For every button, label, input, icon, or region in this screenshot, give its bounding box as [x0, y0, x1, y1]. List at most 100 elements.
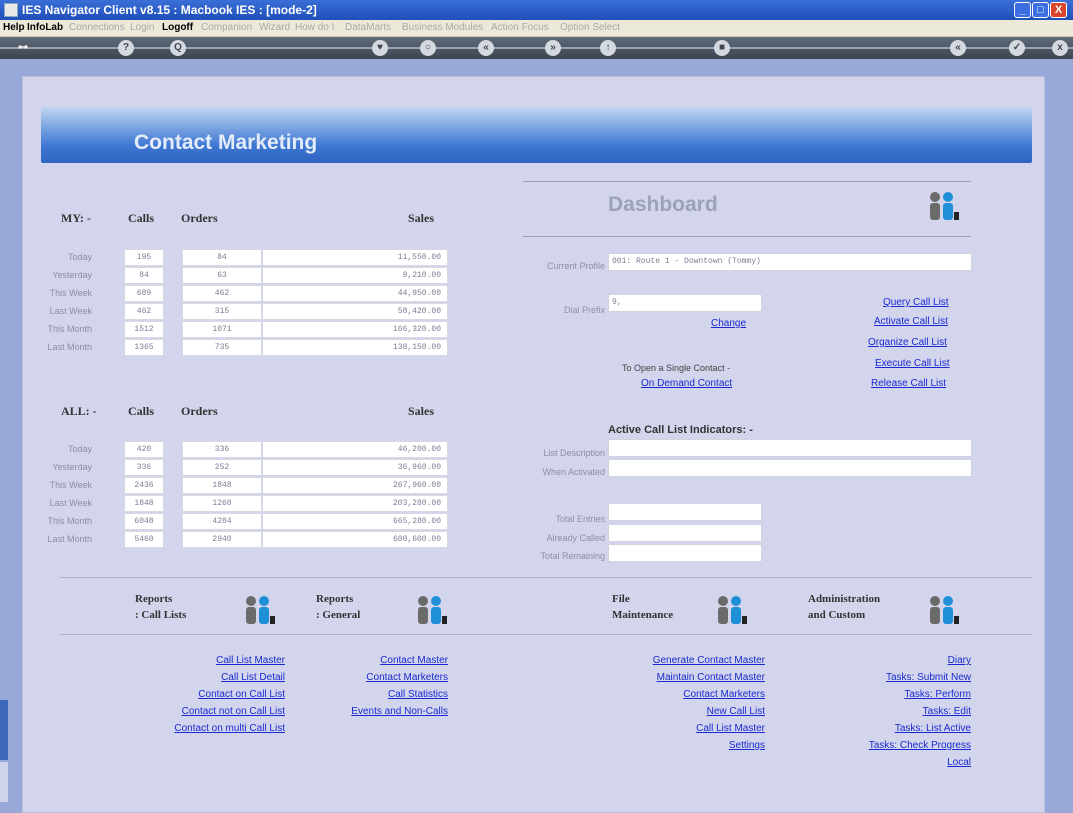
on-demand-contact-link[interactable]: On Demand Contact — [641, 378, 732, 389]
total-remaining-label: Total Remaining — [540, 551, 605, 561]
search-icon[interactable]: Q — [170, 40, 186, 56]
current-profile-field[interactable]: 001: Route 1 - Downtown (Tommy) — [608, 253, 972, 271]
tasks-check-progress-link[interactable]: Tasks: Check Progress — [790, 737, 971, 754]
tasks-edit-link[interactable]: Tasks: Edit — [790, 703, 971, 720]
side-tab[interactable] — [0, 700, 8, 760]
menu-wizard[interactable]: Wizard — [259, 22, 290, 33]
tasks-list-active-link[interactable]: Tasks: List Active — [790, 720, 971, 737]
menu-business-modules[interactable]: Business Modules — [402, 22, 483, 33]
menu-connections[interactable]: Connections — [69, 22, 125, 33]
close-button[interactable]: X — [1050, 2, 1067, 18]
file-maintenance-links: Generate Contact Master Maintain Contact… — [580, 652, 765, 754]
exit-icon[interactable]: x — [1052, 40, 1068, 56]
all-row-label: Yesterday — [52, 462, 92, 472]
dial-prefix-field[interactable]: 9, — [608, 294, 762, 312]
contact-master-link[interactable]: Contact Master — [300, 652, 448, 669]
people-icon — [246, 596, 275, 624]
call-list-master-link[interactable]: Call List Master — [580, 720, 765, 737]
page-banner: Contact Marketing — [41, 107, 1032, 163]
favorite-icon[interactable]: ♥ — [372, 40, 388, 56]
dashboard-divider — [523, 236, 971, 237]
my-calls-cell: 462 — [124, 303, 164, 320]
rewind-icon[interactable]: « — [950, 40, 966, 56]
menu-option-select[interactable]: Option Select — [560, 22, 620, 33]
group-general-title2: : General — [316, 609, 361, 621]
menu-login[interactable]: Login — [130, 22, 154, 33]
execute-call-list-link[interactable]: Execute Call List — [875, 358, 949, 369]
total-entries-field[interactable] — [608, 503, 762, 521]
people-icon — [930, 192, 959, 220]
maximize-button[interactable]: □ — [1032, 2, 1049, 18]
menu-how-do-i[interactable]: How do I — [295, 22, 334, 33]
call-list-master-link[interactable]: Call List Master — [120, 652, 285, 669]
events-and-non-calls-link[interactable]: Events and Non-Calls — [300, 703, 448, 720]
my-sales-cell: 138,150.00 — [262, 339, 448, 356]
minimize-button[interactable]: _ — [1014, 2, 1031, 18]
tasks-perform-link[interactable]: Tasks: Perform — [790, 686, 971, 703]
release-call-list-link[interactable]: Release Call List — [871, 378, 946, 389]
all-sales-cell: 36,960.00 — [262, 459, 448, 476]
maintain-contact-master-link[interactable]: Maintain Contact Master — [580, 669, 765, 686]
menu-bar: Help InfoLab Connections Login Logoff Co… — [0, 20, 1073, 37]
general-links: Contact Master Contact Marketers Call St… — [300, 652, 448, 720]
up-icon[interactable]: ↑ — [600, 40, 616, 56]
my-sales-cell: 58,420.00 — [262, 303, 448, 320]
key-icon[interactable]: ⊶ — [3, 40, 43, 56]
settings-link[interactable]: Settings — [580, 737, 765, 754]
all-orders-cell: 4284 — [182, 513, 262, 530]
all-sales-cell: 203,280.00 — [262, 495, 448, 512]
single-contact-text: To Open a Single Contact - — [622, 363, 731, 373]
current-profile-label: Current Profile — [546, 261, 605, 271]
window-title: IES Navigator Client v8.15 : Macbook IES… — [22, 3, 317, 17]
total-remaining-field[interactable] — [608, 544, 762, 562]
list-description-field[interactable] — [608, 439, 972, 457]
list-description-label: List Description — [543, 448, 605, 458]
menu-datamarts[interactable]: DataMarts — [345, 22, 391, 33]
call-statistics-link[interactable]: Call Statistics — [300, 686, 448, 703]
all-calls-cell: 420 — [124, 441, 164, 458]
menu-action-focus[interactable]: Action Focus — [491, 22, 549, 33]
menu-logoff[interactable]: Logoff — [162, 22, 193, 33]
all-calls-cell: 2436 — [124, 477, 164, 494]
back-icon[interactable]: « — [478, 40, 494, 56]
my-orders-cell: 315 — [182, 303, 262, 320]
group-admin-title2: and Custom — [808, 609, 866, 621]
group-divider-bottom — [60, 634, 1032, 635]
query-call-list-link[interactable]: Query Call List — [883, 297, 949, 308]
change-link[interactable]: Change — [711, 318, 746, 329]
all-sales-cell: 600,600.00 — [262, 531, 448, 548]
when-activated-field[interactable] — [608, 459, 972, 477]
all-col-sales: Sales — [408, 404, 435, 418]
all-sales-cell: 267,960.00 — [262, 477, 448, 494]
all-row-label: This Month — [47, 516, 92, 526]
menu-infolab[interactable]: InfoLab — [27, 22, 63, 33]
call-list-detail-link[interactable]: Call List Detail — [120, 669, 285, 686]
contact-on-multi-call-list-link[interactable]: Contact on multi Call List — [120, 720, 285, 737]
my-calls-cell: 195 — [124, 249, 164, 266]
diary-link[interactable]: Diary — [790, 652, 971, 669]
already-called-field[interactable] — [608, 524, 762, 542]
nav-toolbar: ⊶ ? Q ♥ ○ « » ↑ ■ « ✓ x — [0, 37, 1073, 59]
call-lists-links: Call List Master Call List Detail Contac… — [120, 652, 285, 737]
generate-contact-master-link[interactable]: Generate Contact Master — [580, 652, 765, 669]
stop-icon[interactable]: ■ — [714, 40, 730, 56]
contact-marketers-link[interactable]: Contact Marketers — [580, 686, 765, 703]
contact-not-on-call-list-link[interactable]: Contact not on Call List — [120, 703, 285, 720]
menu-companion[interactable]: Companion — [201, 22, 252, 33]
my-heading: MY: - — [61, 211, 91, 225]
all-calls-cell: 6048 — [124, 513, 164, 530]
my-orders-cell: 462 — [182, 285, 262, 302]
side-tab-lower[interactable] — [0, 762, 8, 802]
check-icon[interactable]: ✓ — [1009, 40, 1025, 56]
forward-icon[interactable]: » — [545, 40, 561, 56]
tasks-submit-new-link[interactable]: Tasks: Submit New — [790, 669, 971, 686]
menu-help[interactable]: Help — [3, 22, 25, 33]
organize-call-list-link[interactable]: Organize Call List — [868, 337, 947, 348]
contact-on-call-list-link[interactable]: Contact on Call List — [120, 686, 285, 703]
activate-call-list-link[interactable]: Activate Call List — [874, 316, 948, 327]
contact-marketers-link[interactable]: Contact Marketers — [300, 669, 448, 686]
help-icon[interactable]: ? — [118, 40, 134, 56]
new-call-list-link[interactable]: New Call List — [580, 703, 765, 720]
refresh-icon[interactable]: ○ — [420, 40, 436, 56]
local-link[interactable]: Local — [790, 754, 971, 771]
